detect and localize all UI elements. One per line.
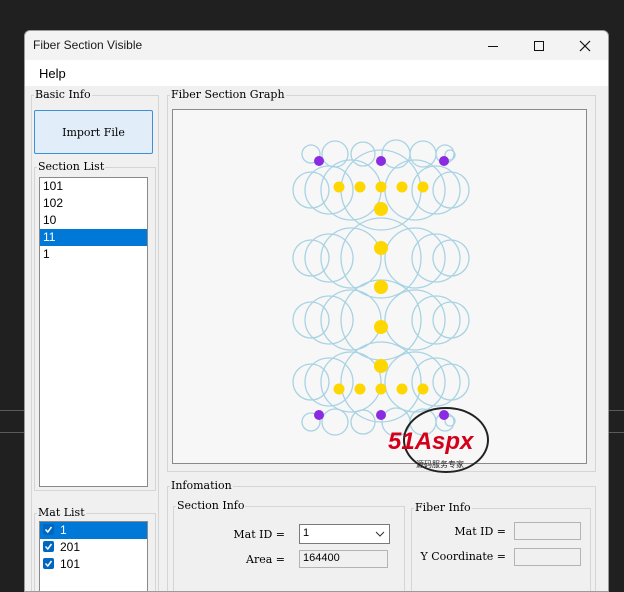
fiber-info-label: Fiber Info [414, 501, 472, 514]
fiber-section-graph[interactable] [172, 109, 587, 464]
mat-list-item[interactable]: 101 [40, 556, 147, 573]
mat-list-item[interactable]: 1 [40, 522, 147, 539]
minimize-icon [488, 45, 498, 47]
mat-list-item-label: 1 [60, 523, 67, 537]
section-listbox[interactable]: 101 102 10 11 1 [39, 177, 148, 487]
mat-listbox[interactable]: 1 201 101 [39, 521, 148, 591]
section-mat-id-select[interactable]: 1 [299, 524, 390, 544]
steel-fiber [374, 241, 388, 255]
corner-fiber [376, 156, 386, 166]
fiber-y-coordinate-label: Y Coordinate = [420, 550, 506, 563]
menu-help[interactable]: Help [39, 66, 66, 81]
fiber-mat-id-label: Mat ID = [454, 525, 506, 538]
steel-fiber [375, 383, 387, 395]
section-list-item[interactable]: 102 [40, 195, 147, 212]
mat-list-item[interactable]: 201 [40, 539, 147, 556]
concrete-fiber [320, 159, 382, 221]
close-icon [579, 40, 591, 51]
section-list-item[interactable]: 1 [40, 246, 147, 263]
maximize-button[interactable] [516, 31, 562, 60]
watermark-logo-graphic: 51Aspx 源码服务专家 [388, 407, 489, 473]
mat-list-item-label: 101 [60, 557, 81, 571]
steel-fiber [374, 359, 388, 373]
mat-list-label: Mat List [37, 506, 86, 519]
concrete-fiber [381, 139, 411, 169]
information-label: Infomation [170, 479, 233, 492]
corner-fiber [314, 410, 324, 420]
section-list-label: Section List [37, 160, 106, 173]
fiber-mat-id-field[interactable] [514, 522, 581, 540]
checkbox-checked-icon[interactable] [43, 541, 54, 553]
concrete-fiber [411, 295, 461, 345]
steel-fiber [354, 383, 366, 395]
corner-fiber [314, 156, 324, 166]
concrete-fiber [321, 140, 349, 168]
section-info-group: Section Info [173, 499, 405, 591]
chevron-down-icon [375, 531, 385, 537]
corner-fiber [439, 156, 449, 166]
basic-info-label: Basic Info [34, 88, 92, 101]
checkbox-checked-icon[interactable] [43, 558, 54, 570]
watermark-brand: 51Aspx [388, 428, 475, 455]
concrete-fiber [411, 233, 461, 283]
main-window: Fiber Section Visible Help Basic Info Im… [24, 30, 609, 592]
close-button[interactable] [562, 31, 608, 60]
steel-fiber [354, 181, 366, 193]
section-mat-id-label: Mat ID = [233, 528, 285, 541]
concrete-fiber [350, 409, 376, 435]
steel-fiber [396, 181, 408, 193]
corner-fiber [376, 410, 386, 420]
fiber-y-coordinate-field[interactable] [514, 548, 581, 566]
section-area-field[interactable]: 164400 [299, 550, 388, 568]
menu-bar: Help [25, 60, 608, 86]
concrete-fiber [409, 140, 437, 168]
steel-fiber [333, 181, 345, 193]
watermark-tagline: 源码服务专家 [416, 459, 464, 469]
steel-fiber [374, 280, 388, 294]
mat-list-item-label: 201 [60, 540, 81, 554]
graph-label: Fiber Section Graph [170, 88, 286, 101]
steel-fiber [375, 181, 387, 193]
concrete-fiber [432, 363, 470, 401]
fiber-section-canvas [292, 139, 470, 437]
section-list-item[interactable]: 101 [40, 178, 147, 195]
section-mat-id-value: 1 [303, 527, 310, 539]
title-bar: Fiber Section Visible [25, 31, 608, 60]
section-area-label: Area = [246, 553, 285, 566]
steel-fiber [396, 383, 408, 395]
steel-fiber [417, 383, 429, 395]
concrete-fiber [432, 301, 470, 339]
steel-fiber [417, 181, 429, 193]
section-list-item[interactable]: 10 [40, 212, 147, 229]
steel-fiber [374, 320, 388, 334]
maximize-icon [534, 40, 544, 51]
concrete-fiber [320, 227, 382, 289]
concrete-fiber [411, 357, 461, 407]
concrete-fiber [432, 239, 470, 277]
watermark-logo: 51Aspx 源码服务专家 [388, 404, 510, 474]
concrete-fiber [320, 351, 382, 413]
steel-fiber [333, 383, 345, 395]
minimize-button[interactable] [470, 31, 516, 60]
import-file-button[interactable]: Import File [34, 110, 153, 154]
concrete-fiber [320, 289, 382, 351]
concrete-fiber [432, 171, 470, 209]
section-info-label: Section Info [176, 499, 246, 512]
concrete-fiber [321, 408, 349, 436]
steel-fiber [374, 202, 388, 216]
section-list-item[interactable]: 11 [40, 229, 147, 246]
checkbox-checked-icon[interactable] [43, 524, 54, 536]
window-title: Fiber Section Visible [33, 38, 143, 52]
